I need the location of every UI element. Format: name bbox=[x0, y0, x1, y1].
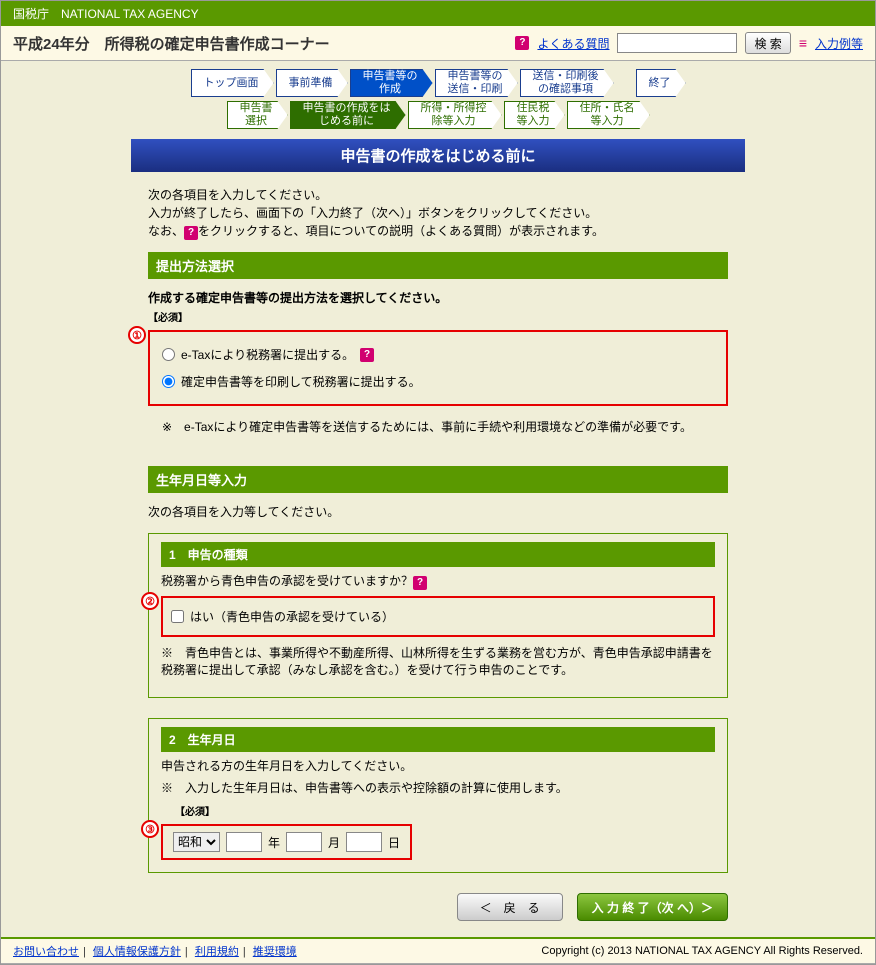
footer-env[interactable]: 推奨環境 bbox=[253, 946, 297, 958]
footer: お問い合わせ| 個人情報保護方針| 利用規約| 推奨環境 Copyright (… bbox=[1, 937, 875, 964]
bc-create: 申告書等の 作成 bbox=[350, 69, 433, 97]
radio-print-label: 確定申告書等を印刷して税務署に提出する。 bbox=[181, 373, 421, 390]
era-select[interactable]: 昭和 bbox=[173, 832, 220, 852]
blue-return-check-box: ② はい（青色申告の承認を受けている） bbox=[161, 596, 715, 637]
blue-return-checkbox[interactable] bbox=[171, 610, 184, 623]
search-button[interactable]: 検 索 bbox=[745, 32, 790, 54]
footer-privacy[interactable]: 個人情報保護方針 bbox=[93, 946, 181, 958]
box1-title: 1 申告の種類 bbox=[161, 542, 715, 567]
submission-choice-box: ① e-Taxにより税務署に提出する。 ? 確定申告書等を印刷して税務署に提出す… bbox=[148, 330, 728, 406]
day-label: 日 bbox=[388, 834, 400, 851]
radio-etax-input[interactable] bbox=[162, 348, 175, 361]
bc2-resident: 住民税 等入力 bbox=[504, 101, 565, 129]
bc2-select: 申告書 選択 bbox=[227, 101, 288, 129]
blue-return-text: はい（青色申告の承認を受けている） bbox=[190, 608, 394, 625]
back-button[interactable]: ＜ 戻 る bbox=[457, 893, 563, 921]
footer-contact[interactable]: お問い合わせ bbox=[13, 946, 79, 958]
next-button[interactable]: 入 力 終 了（次 へ）＞ bbox=[577, 893, 728, 921]
bc-top: トップ画面 bbox=[191, 69, 274, 97]
page-header: 平成24年分 所得税の確定申告書作成コーナー ? よくある質問 検 索 ≡ 入力… bbox=[1, 26, 875, 61]
box1-question: 税務署から青色申告の承認を受けていますか？? bbox=[161, 573, 715, 590]
month-label: 月 bbox=[328, 834, 340, 851]
day-input[interactable] bbox=[346, 832, 382, 852]
box2-l2: ※ 入力した生年月日は、申告書等への表示や控除額の計算に使用します。 bbox=[161, 780, 715, 797]
declaration-type-box: 1 申告の種類 税務署から青色申告の承認を受けていますか？? ② はい（青色申告… bbox=[148, 533, 728, 698]
breadcrumb-sub: 申告書 選択 申告書の作成をは じめる前に 所得・所得控 除等入力 住民税 等入… bbox=[227, 101, 650, 129]
dob-input-box: ③ 昭和 年 月 日 bbox=[161, 824, 412, 860]
help-icon[interactable]: ? bbox=[413, 576, 427, 590]
radio-etax-label: e-Taxにより税務署に提出する。 bbox=[181, 346, 354, 363]
help-icon[interactable]: ? bbox=[360, 348, 374, 362]
nav-buttons: ＜ 戻 る 入 力 終 了（次 へ）＞ bbox=[148, 893, 728, 921]
agency-bar: 国税庁 NATIONAL TAX AGENCY bbox=[1, 1, 875, 26]
bc-send: 申告書等の 送信・印刷 bbox=[435, 69, 518, 97]
submission-prompt: 作成する確定申告書等の提出方法を選択してください。 bbox=[148, 289, 728, 306]
radio-etax[interactable]: e-Taxにより税務署に提出する。 ? bbox=[162, 346, 714, 363]
footer-terms[interactable]: 利用規約 bbox=[195, 946, 239, 958]
intro-text: 次の各項目を入力してください。 入力が終了したら、画面下の「入力終了（次へ）」ボ… bbox=[148, 186, 728, 240]
required-label: 【必須】 bbox=[148, 309, 728, 324]
help-icon: ? bbox=[184, 226, 198, 240]
copyright: Copyright (c) 2013 NATIONAL TAX AGENCY A… bbox=[541, 945, 863, 957]
callout-3: ③ bbox=[141, 820, 159, 838]
blue-return-checkbox-label[interactable]: はい（青色申告の承認を受けている） bbox=[171, 608, 705, 625]
callout-2: ② bbox=[141, 592, 159, 610]
bc-prep: 事前準備 bbox=[276, 69, 348, 97]
year-label: 年 bbox=[268, 834, 280, 851]
section-dob-head: 生年月日等入力 bbox=[148, 466, 728, 493]
dob-box: 2 生年月日 申告される方の生年月日を入力してください。 ※ 入力した生年月日は… bbox=[148, 718, 728, 874]
month-input[interactable] bbox=[286, 832, 322, 852]
required-label: 【必須】 bbox=[175, 803, 715, 818]
year-input[interactable] bbox=[226, 832, 262, 852]
box2-title: 2 生年月日 bbox=[161, 727, 715, 752]
examples-link[interactable]: 入力例等 bbox=[815, 35, 863, 52]
breadcrumb-main: トップ画面 事前準備 申告書等の 作成 申告書等の 送信・印刷 送信・印刷後 の… bbox=[191, 69, 686, 97]
bc2-address: 住所・氏名 等入力 bbox=[567, 101, 650, 129]
bc-confirm: 送信・印刷後 の確認事項 bbox=[520, 69, 614, 97]
faq-link[interactable]: よくある質問 bbox=[537, 35, 609, 52]
etax-note: ※ e-Taxにより確定申告書等を送信するためには、事前に手続や利用環境などの準… bbox=[162, 418, 728, 436]
box1-note: ※ 青色申告とは、事業所得や不動産所得、山林所得を生ずる業務を営む方が、青色申告… bbox=[161, 645, 715, 679]
callout-1: ① bbox=[128, 326, 146, 344]
help-icon: ? bbox=[515, 36, 529, 50]
dob-lead: 次の各項目を入力等してください。 bbox=[148, 503, 728, 521]
bc2-before: 申告書の作成をは じめる前に bbox=[290, 101, 406, 129]
bc2-income: 所得・所得控 除等入力 bbox=[408, 101, 502, 129]
radio-print[interactable]: 確定申告書等を印刷して税務署に提出する。 bbox=[162, 373, 714, 390]
list-icon: ≡ bbox=[799, 35, 807, 51]
bc-end: 終了 bbox=[636, 69, 686, 97]
section-submission-method-head: 提出方法選択 bbox=[148, 252, 728, 279]
box2-l1: 申告される方の生年月日を入力してください。 bbox=[161, 758, 715, 775]
radio-print-input[interactable] bbox=[162, 375, 175, 388]
page-header-title: 平成24年分 所得税の確定申告書作成コーナー bbox=[13, 33, 330, 54]
search-input[interactable] bbox=[617, 33, 737, 53]
breadcrumb-area: トップ画面 事前準備 申告書等の 作成 申告書等の 送信・印刷 送信・印刷後 の… bbox=[1, 61, 875, 139]
page-title: 申告書の作成をはじめる前に bbox=[131, 139, 745, 172]
